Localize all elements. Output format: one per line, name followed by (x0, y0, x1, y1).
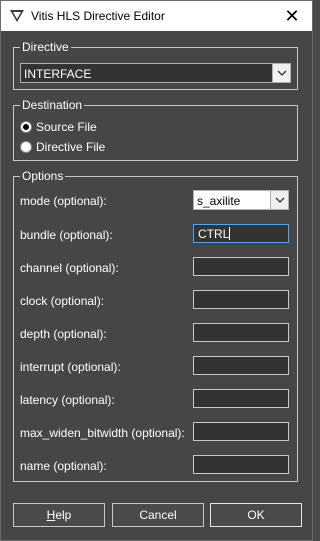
ok-label: OK (247, 508, 265, 522)
ok-button[interactable]: OK (210, 503, 302, 527)
interrupt-label: interrupt (optional): (20, 360, 121, 374)
destination-group: Destination Source File Directive File (13, 98, 298, 161)
directive-select[interactable]: INTERFACE (20, 63, 291, 83)
max-widen-bitwidth-input[interactable] (193, 422, 289, 441)
chevron-down-icon (270, 191, 288, 209)
cancel-button[interactable]: Cancel (112, 503, 204, 527)
help-button[interactable]: Help (13, 503, 105, 527)
directive-file-radio[interactable]: Directive File (20, 140, 105, 154)
interrupt-input[interactable] (193, 356, 289, 375)
options-group: Options mode (optional): s_axilite bundl… (13, 169, 298, 482)
cancel-label: Cancel (139, 508, 177, 522)
vitis-app-icon (10, 10, 24, 22)
options-group-label: Options (20, 169, 66, 183)
directive-editor-window: Vitis HLS Directive Editor ✕ Directive I… (0, 0, 313, 541)
directive-group-label: Directive (20, 40, 71, 54)
directive-group: Directive INTERFACE (13, 40, 298, 90)
latency-label: latency (optional): (20, 393, 115, 407)
help-label-rest: elp (55, 508, 72, 522)
destination-group-label: Destination (20, 98, 85, 112)
radio-unchecked-icon (20, 141, 32, 153)
bundle-input-value: CTRL (198, 227, 230, 241)
name-label: name (optional): (20, 459, 107, 473)
window-title: Vitis HLS Directive Editor (31, 9, 165, 23)
source-file-radio[interactable]: Source File (20, 120, 97, 134)
depth-label: depth (optional): (20, 327, 107, 341)
max-widen-bitwidth-label: max_widen_bitwidth (optional): (20, 426, 185, 440)
name-input[interactable] (193, 455, 289, 474)
clock-input[interactable] (193, 290, 289, 309)
mode-select[interactable]: s_axilite (193, 190, 289, 210)
depth-input[interactable] (193, 323, 289, 342)
radio-checked-icon (20, 121, 32, 133)
channel-input[interactable] (193, 257, 289, 276)
title-bar: Vitis HLS Directive Editor ✕ (1, 1, 312, 31)
mode-label: mode (optional): (20, 194, 107, 208)
mode-select-value: s_axilite (197, 194, 241, 208)
bundle-input[interactable]: CTRL (193, 224, 289, 243)
text-caret (229, 227, 231, 240)
latency-input[interactable] (193, 389, 289, 408)
clock-label: clock (optional): (20, 294, 105, 308)
directive-select-value: INTERFACE (24, 67, 92, 81)
help-mnemonic: H (46, 508, 56, 522)
bundle-label: bundle (optional): (20, 228, 113, 242)
close-icon: ✕ (284, 5, 300, 26)
channel-label: channel (optional): (20, 261, 119, 275)
chevron-down-icon (272, 64, 290, 82)
source-file-label: Source File (36, 120, 97, 134)
directive-file-label: Directive File (36, 140, 106, 154)
close-button[interactable]: ✕ (272, 1, 312, 31)
